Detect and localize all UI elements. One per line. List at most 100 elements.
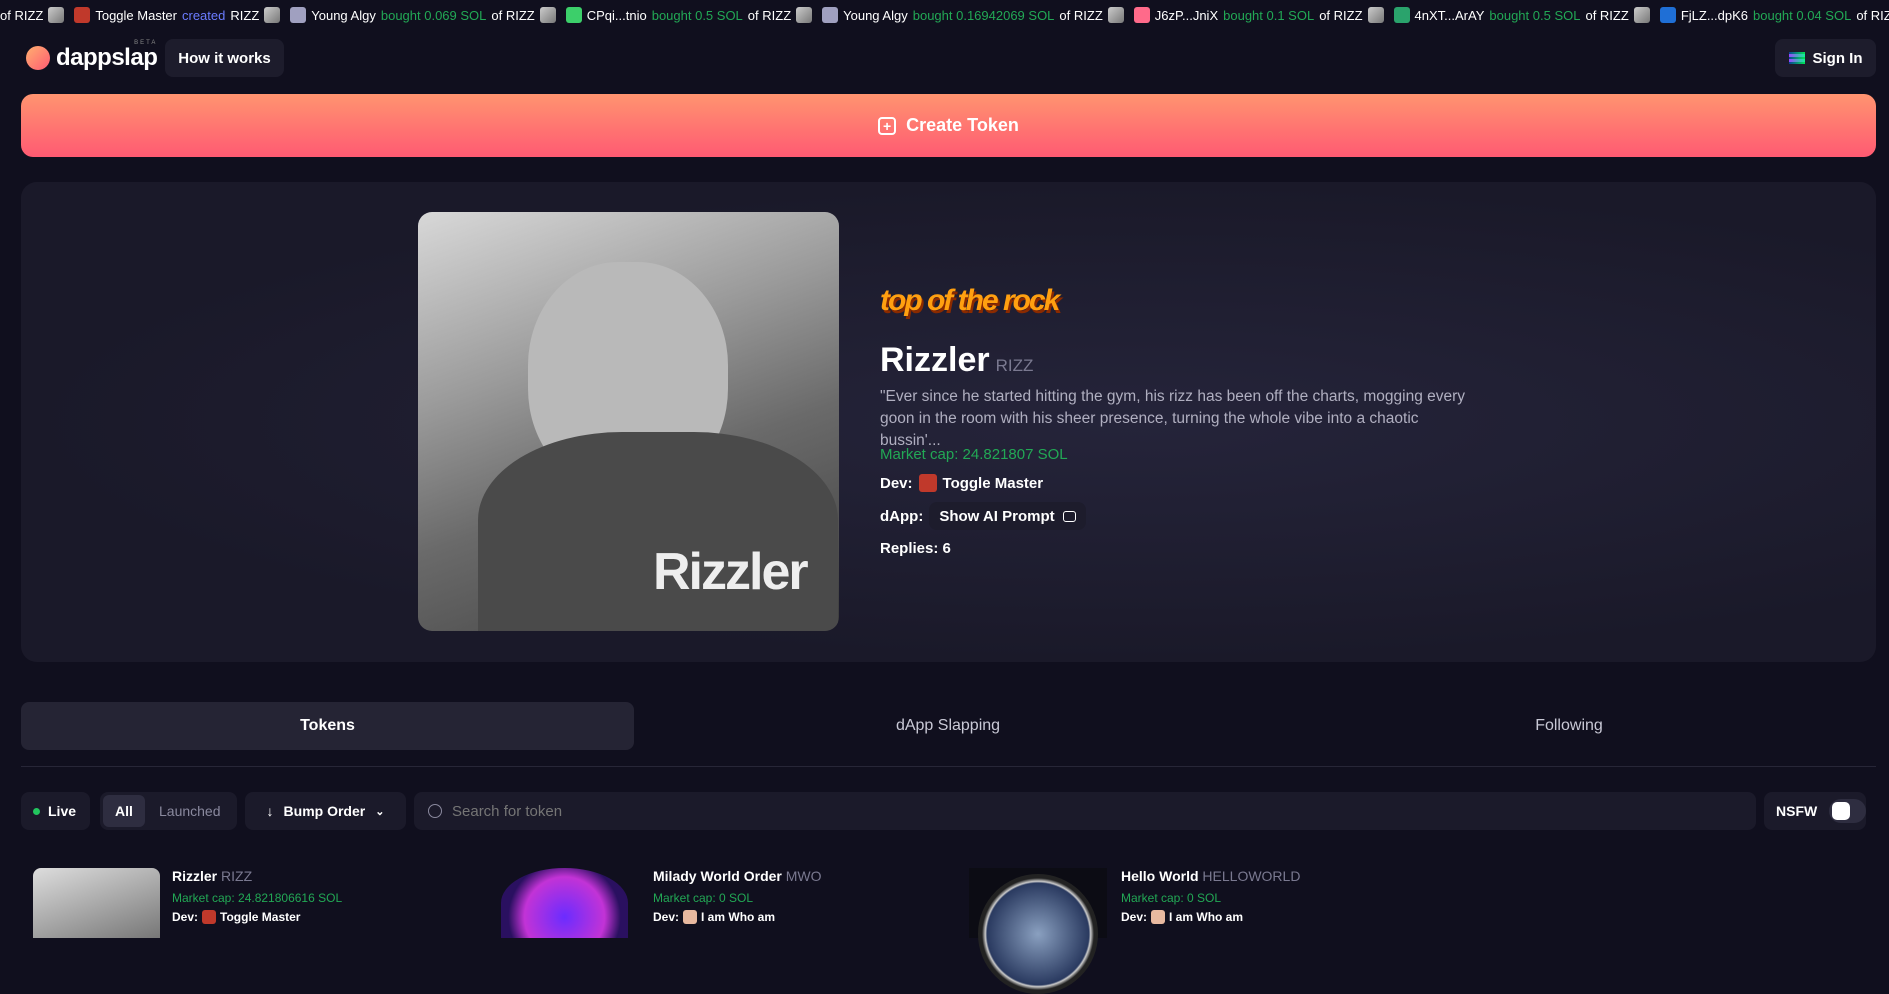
ticker-action: bought 0.5 SOL [651, 7, 743, 23]
sign-in-button[interactable]: Sign In [1775, 39, 1876, 77]
filter-launched[interactable]: Launched [145, 803, 221, 819]
sign-in-label: Sign In [1812, 49, 1863, 67]
search-icon [428, 804, 442, 818]
token-coin-icon [1367, 7, 1384, 23]
arrow-down-icon: ↓ [266, 803, 274, 819]
ticker-action: bought 0.069 SOL [380, 7, 487, 23]
nsfw-label: NSFW [1776, 803, 1818, 819]
token-coin-icon [48, 7, 65, 23]
dev-avatar [683, 910, 698, 924]
dev-avatar [202, 910, 217, 924]
create-token-button[interactable]: + Create Token [21, 94, 1876, 157]
user-avatar [1393, 7, 1410, 23]
ticker-action: bought 0.16942069 SOL [912, 7, 1055, 23]
ticker-token: of RIZZ [1585, 7, 1629, 23]
tab-tokens[interactable]: Tokens [21, 702, 634, 750]
dev-label: Dev: [880, 474, 913, 492]
divider [21, 766, 1876, 767]
user-avatar [290, 7, 307, 23]
ticker-item[interactable]: CPqi...tnio bought 0.5 SOL of RIZZ [565, 7, 813, 23]
dev-name[interactable]: Toggle Master [943, 475, 1044, 492]
tab-following[interactable]: Following [1262, 702, 1876, 750]
ticker-token: of RIZZ [491, 7, 535, 23]
live-dot-icon [33, 807, 40, 815]
replies-count: Replies: 6 [880, 540, 951, 557]
ticker-action: bought 0.1 SOL [1223, 7, 1315, 23]
token-coin-icon [796, 7, 813, 23]
ticker-action: bought 0.5 SOL [1489, 7, 1581, 23]
top-of-the-rock-badge: top of the rock [880, 284, 1060, 317]
live-label: Live [48, 803, 77, 819]
card-dev-name[interactable]: I am Who am [1169, 910, 1243, 924]
create-token-label: Create Token [906, 115, 1019, 135]
filter-all[interactable]: All [103, 795, 145, 827]
ticker-item[interactable]: FjLZ...dpK6bought 0.04 SOLof RIZZ [1659, 7, 1889, 23]
ticker-item[interactable]: J6zP...JniX bought 0.1 SOL of RIZZ [1133, 7, 1384, 23]
ticker-user: Toggle Master [95, 7, 177, 23]
shirt-text: Rizzler [653, 543, 809, 601]
ticker-token: of RIZZ [0, 7, 44, 23]
card-name[interactable]: Rizzler [172, 868, 217, 884]
chevron-down-icon: ⌄ [375, 805, 385, 818]
ticker-action: created [182, 7, 226, 23]
logo[interactable]: dappslap BETA [26, 40, 158, 72]
ticker-user: J6zP...JniX [1154, 7, 1219, 23]
logo-text: dappslap [56, 44, 158, 71]
show-ai-prompt-button[interactable]: Show AI Prompt [929, 502, 1086, 530]
token-description: "Ever since he started hitting the gym, … [880, 388, 1466, 449]
show-ai-prompt-label: Show AI Prompt [939, 507, 1055, 525]
search-field[interactable] [414, 792, 1756, 830]
card-ticker: RIZZ [221, 868, 253, 884]
featured-token-image[interactable]: Rizzler [418, 212, 839, 631]
nsfw-toggle[interactable] [1829, 799, 1866, 823]
ticker-user: FjLZ...dpK6 [1680, 7, 1749, 23]
ticker-user: Young Algy [311, 7, 376, 23]
how-it-works-button[interactable]: How it works [165, 39, 284, 77]
card-dev-name[interactable]: I am Who am [701, 910, 775, 924]
ticker-user: 4nXT...ArAY [1414, 7, 1485, 23]
ticker-token: of RIZZ [1059, 7, 1103, 23]
beta-label: BETA [134, 40, 158, 46]
token-coin-icon [264, 7, 281, 23]
tab-dapp-slapping[interactable]: dApp Slapping [640, 702, 1256, 750]
sort-label: Bump Order [283, 803, 366, 819]
token-card-image [501, 868, 628, 938]
ticker-user: Young Algy [843, 7, 908, 23]
card-name[interactable]: Hello World [1121, 868, 1199, 884]
sort-dropdown[interactable]: ↓ Bump Order ⌄ [245, 792, 406, 830]
ticker-item[interactable]: of RIZZ [0, 7, 65, 23]
card-dev-name[interactable]: Toggle Master [220, 910, 300, 924]
token-coin-icon [1107, 7, 1124, 23]
token-coin-icon [1633, 7, 1650, 23]
card-dev-label: Dev: [172, 910, 199, 924]
dev-avatar [1151, 910, 1166, 924]
ticker-item[interactable]: Young Algy bought 0.069 SOL of RIZZ [290, 7, 556, 23]
dev-avatar [918, 474, 937, 492]
ticker-item[interactable]: Young Algy bought 0.16942069 SOL of RIZZ [822, 7, 1124, 23]
chat-bubble-icon [1062, 510, 1076, 522]
ticker-item[interactable]: 4nXT...ArAY bought 0.5 SOL of RIZZ [1393, 7, 1650, 23]
plus-square-icon: + [878, 116, 897, 135]
token-ticker: RIZZ [995, 356, 1034, 375]
user-avatar [1133, 7, 1150, 23]
solana-icon [1788, 52, 1805, 64]
activity-ticker: of RIZZ Toggle Master created RIZZ Young Alg… [0, 0, 1889, 30]
user-avatar [822, 7, 839, 23]
ticker-action: bought 0.04 SOL [1753, 7, 1852, 23]
card-dev-label: Dev: [1121, 910, 1148, 924]
market-cap: Market cap: 24.821807 SOL [880, 446, 1068, 463]
card-market-cap: Market cap: 24.821806616 SOL [172, 891, 343, 905]
token-card-image [33, 868, 160, 938]
user-avatar [1659, 7, 1676, 23]
live-toggle[interactable]: Live [21, 792, 90, 830]
ticker-user: CPqi...tnio [586, 7, 647, 23]
card-ticker: HELLOWORLD [1202, 868, 1301, 884]
ticker-token: RIZZ [230, 7, 260, 23]
peach-icon [26, 46, 50, 70]
dapp-label: dApp: [880, 507, 924, 525]
search-input[interactable] [452, 802, 1652, 820]
card-market-cap: Market cap: 0 SOL [1121, 891, 1222, 905]
card-name[interactable]: Milady World Order [653, 868, 782, 884]
ticker-token: of RIZZ [1319, 7, 1363, 23]
ticker-item[interactable]: Toggle Master created RIZZ [74, 7, 281, 23]
